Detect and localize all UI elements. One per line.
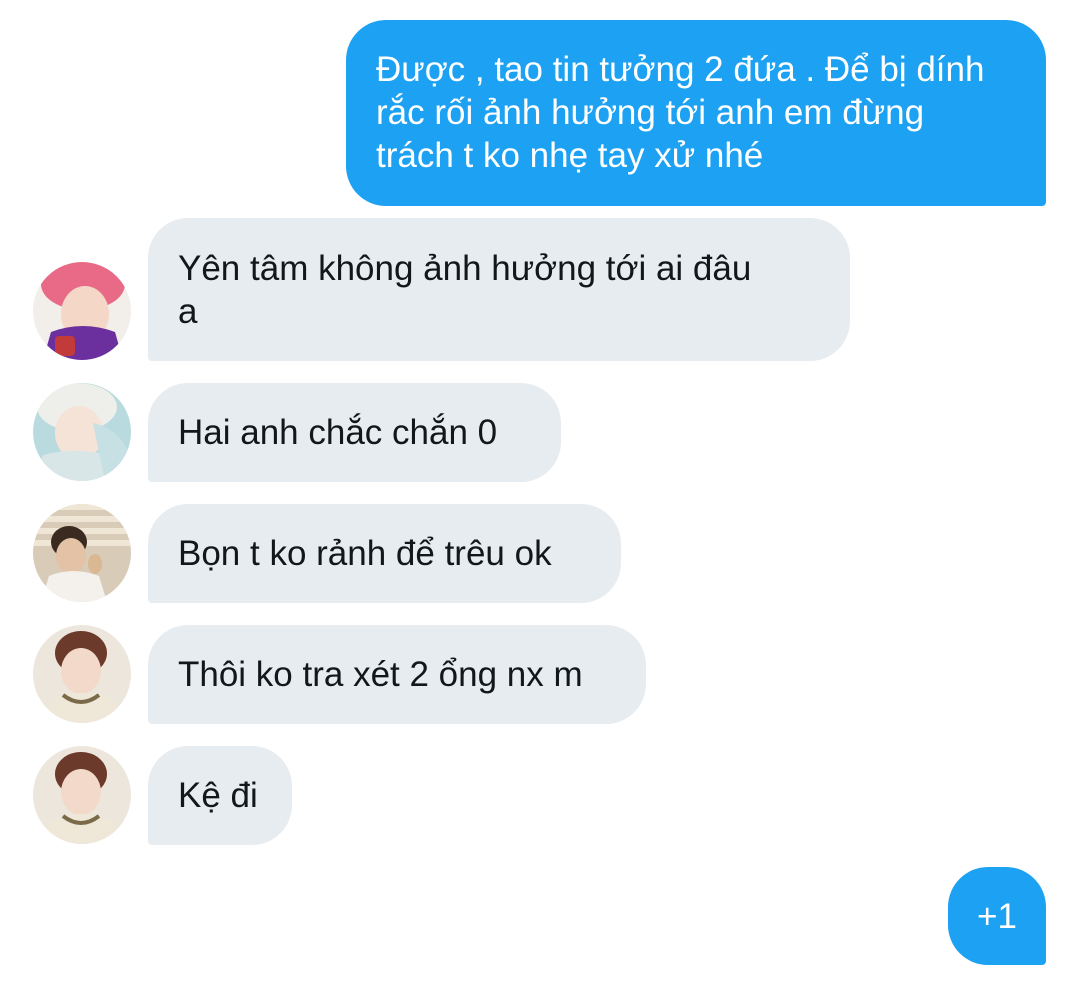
sender-avatar-window-light[interactable]: [33, 504, 131, 602]
incoming-message-bubble[interactable]: Kệ đi: [148, 746, 292, 845]
sender-avatar-brown-hair[interactable]: [33, 746, 131, 844]
chat-conversation: Được , tao tin tưởng 2 đứa . Để bị dính …: [0, 0, 1080, 997]
incoming-message-bubble[interactable]: Yên tâm không ảnh hưởng tới ai đâu a: [148, 218, 850, 361]
sender-avatar-pink-hair[interactable]: [33, 262, 131, 360]
incoming-message-bubble[interactable]: Thôi ko tra xét 2 ổng nx m: [148, 625, 646, 724]
outgoing-message-bubble[interactable]: Được , tao tin tưởng 2 đứa . Để bị dính …: [346, 20, 1046, 206]
outgoing-message-bubble[interactable]: +1: [948, 867, 1046, 965]
sender-avatar-brown-hair[interactable]: [33, 625, 131, 723]
incoming-message-bubble[interactable]: Hai anh chắc chắn 0: [148, 383, 561, 482]
sender-avatar-white-hair[interactable]: [33, 383, 131, 481]
incoming-message-bubble[interactable]: Bọn t ko rảnh để trêu ok: [148, 504, 621, 603]
